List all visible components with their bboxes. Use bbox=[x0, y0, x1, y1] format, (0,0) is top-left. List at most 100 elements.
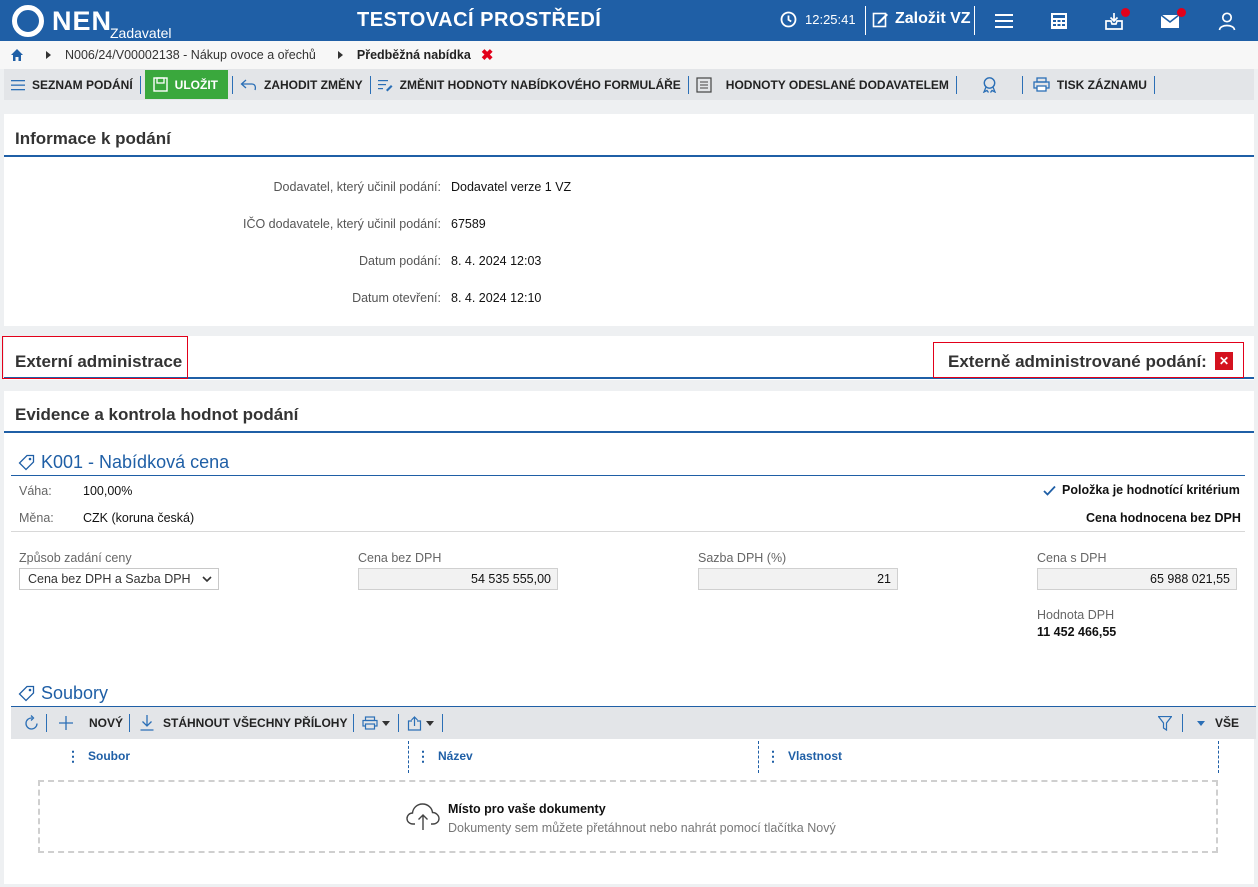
divider bbox=[11, 475, 1245, 476]
plus-icon bbox=[59, 716, 73, 730]
column-header-label: Soubor bbox=[88, 749, 130, 763]
vat-rate-label: Sazba DPH (%) bbox=[698, 551, 787, 565]
tag-icon bbox=[18, 454, 35, 471]
undo-icon bbox=[240, 79, 257, 90]
award-button[interactable] bbox=[957, 69, 1022, 100]
divider bbox=[139, 75, 141, 94]
export-icon bbox=[408, 715, 422, 731]
new-file-button[interactable]: NOVÝ bbox=[47, 708, 129, 739]
criterion-title-text: K001 - Nabídková cena bbox=[41, 452, 230, 472]
column-divider[interactable] bbox=[758, 741, 759, 773]
user-icon[interactable] bbox=[1216, 10, 1238, 32]
info-value: Dodavatel verze 1 VZ bbox=[451, 180, 572, 194]
create-tender-label: Založit VZ bbox=[895, 10, 971, 27]
print-menu-button[interactable] bbox=[354, 708, 398, 739]
info-label: Datum otevření: bbox=[352, 291, 441, 305]
column-header-name[interactable]: ⋮ Název bbox=[416, 749, 473, 763]
info-label: Dodavatel, který učinil podání: bbox=[273, 180, 441, 194]
divider bbox=[4, 431, 1254, 433]
discard-changes-label: ZAHODIT ZMĚNY bbox=[264, 77, 363, 92]
divider bbox=[865, 6, 866, 35]
divider bbox=[974, 6, 975, 35]
vat-rate-field[interactable]: 21 bbox=[698, 568, 898, 590]
files-title-text: Soubory bbox=[41, 683, 109, 703]
submission-info-panel: Informace k podání Dodavatel, který učin… bbox=[4, 114, 1254, 326]
change-form-values-button[interactable]: ZMĚNIT HODNOTY NABÍDKOVÉHO FORMULÁŘE bbox=[371, 69, 688, 100]
highlight-box bbox=[933, 342, 1244, 378]
vat-amount-value: 11 452 466,55 bbox=[1037, 625, 1117, 639]
tag-icon bbox=[18, 685, 35, 702]
net-price-label: Cena bez DPH bbox=[358, 551, 442, 565]
list-icon bbox=[11, 79, 25, 90]
new-file-label: NOVÝ bbox=[89, 716, 124, 730]
discard-changes-button[interactable]: ZAHODIT ZMĚNY bbox=[233, 69, 370, 100]
refresh-button[interactable] bbox=[11, 708, 46, 739]
weight-label: Váha: bbox=[19, 484, 52, 498]
logo-subtitle: Zadavatel bbox=[110, 25, 172, 41]
caret-down-icon bbox=[426, 720, 435, 726]
info-value: 8. 4. 2024 12:03 bbox=[451, 254, 542, 268]
calculator-icon[interactable] bbox=[1048, 10, 1070, 32]
filter-icon bbox=[1157, 715, 1172, 731]
column-divider[interactable] bbox=[408, 741, 409, 773]
gross-price-label: Cena s DPH bbox=[1037, 551, 1107, 565]
cloud-upload-icon bbox=[406, 803, 440, 830]
home-icon[interactable] bbox=[10, 48, 24, 62]
refresh-icon bbox=[25, 714, 38, 730]
close-icon[interactable]: ✖ bbox=[481, 46, 494, 64]
caret-down-icon bbox=[1196, 720, 1205, 726]
menu-icon[interactable] bbox=[993, 10, 1015, 32]
column-header-label: Vlastnost bbox=[788, 749, 843, 763]
criterion-flag: Položka je hodnotící kritérium bbox=[1043, 483, 1240, 497]
clock-icon bbox=[780, 11, 797, 28]
net-price-field[interactable]: 54 535 555,00 bbox=[358, 568, 558, 590]
column-menu-icon[interactable]: ⋮ bbox=[766, 749, 780, 763]
list-submissions-label: SEZNAM PODÁNÍ bbox=[32, 77, 133, 92]
nen-logo[interactable]: NEN bbox=[12, 4, 112, 38]
column-header-file[interactable]: ⋮ Soubor bbox=[66, 749, 130, 763]
session-clock: 12:25:41 bbox=[780, 11, 856, 28]
files-title: Soubory bbox=[18, 683, 108, 704]
top-bar: NEN Zadavatel TESTOVACÍ PROSTŘEDÍ 12:25:… bbox=[0, 0, 1258, 41]
price-mode-label: Způsob zadání ceny bbox=[19, 551, 132, 565]
info-label: IČO dodavatele, který učinil podání: bbox=[242, 217, 441, 231]
breadcrumb-item-tender[interactable]: N006/24/V00002138 - Nákup ovoce a ořechů bbox=[65, 48, 316, 62]
file-dropzone[interactable]: Místo pro vaše dokumenty Dokumenty sem m… bbox=[38, 780, 1218, 853]
view-all-button[interactable]: VŠE bbox=[1183, 708, 1256, 739]
chevron-right-icon bbox=[46, 51, 51, 59]
logo-text: NEN bbox=[52, 5, 113, 36]
edit-list-icon bbox=[377, 79, 393, 91]
print-record-button[interactable]: TISK ZÁZNAMU bbox=[1023, 69, 1154, 100]
column-header-property[interactable]: ⋮ Vlastnost bbox=[766, 749, 842, 763]
submission-info-title: Informace k podání bbox=[15, 129, 171, 148]
breadcrumb-item-current: Předběžná nabídka bbox=[356, 48, 471, 62]
document-icon bbox=[696, 76, 712, 93]
download-all-button[interactable]: STÁHNOUT VŠECHNY PŘÍLOHY bbox=[130, 708, 353, 739]
divider bbox=[4, 155, 1254, 157]
column-menu-icon[interactable]: ⋮ bbox=[416, 749, 430, 763]
weight-value: 100,00% bbox=[83, 484, 133, 498]
save-button[interactable]: ULOŽIT bbox=[144, 70, 228, 99]
chevron-right-icon bbox=[337, 51, 343, 59]
export-menu-button[interactable] bbox=[399, 708, 442, 739]
column-divider[interactable] bbox=[1218, 741, 1219, 773]
dropzone-title: Místo pro vaše dokumenty bbox=[448, 802, 606, 816]
info-label: Datum podání: bbox=[359, 254, 441, 268]
create-tender-button[interactable]: Založit VZ bbox=[872, 10, 971, 28]
inbox-badge bbox=[1121, 8, 1130, 17]
printer-icon bbox=[362, 716, 379, 730]
price-mode-select[interactable]: Cena bez DPH a Sazba DPH bbox=[19, 568, 219, 590]
list-submissions-button[interactable]: SEZNAM PODÁNÍ bbox=[4, 69, 140, 100]
info-value: 67589 bbox=[451, 217, 486, 231]
save-icon bbox=[152, 77, 168, 92]
action-toolbar: SEZNAM PODÁNÍ ULOŽIT ZAHODIT ZMĚNY ZMĚNI… bbox=[4, 69, 1254, 100]
supplier-values-button[interactable]: HODNOTY ODESLANÉ DODAVATELEM bbox=[689, 69, 956, 100]
filter-button[interactable] bbox=[1148, 708, 1182, 739]
divider bbox=[1153, 75, 1155, 94]
gross-price-field[interactable]: 65 988 021,55 bbox=[1037, 568, 1237, 590]
chevron-down-icon bbox=[202, 576, 212, 583]
download-icon bbox=[140, 715, 154, 731]
column-menu-icon[interactable]: ⋮ bbox=[66, 749, 80, 763]
currency-value: CZK (koruna česká) bbox=[83, 511, 195, 525]
supplier-values-label: HODNOTY ODESLANÉ DODAVATELEM bbox=[725, 77, 949, 92]
